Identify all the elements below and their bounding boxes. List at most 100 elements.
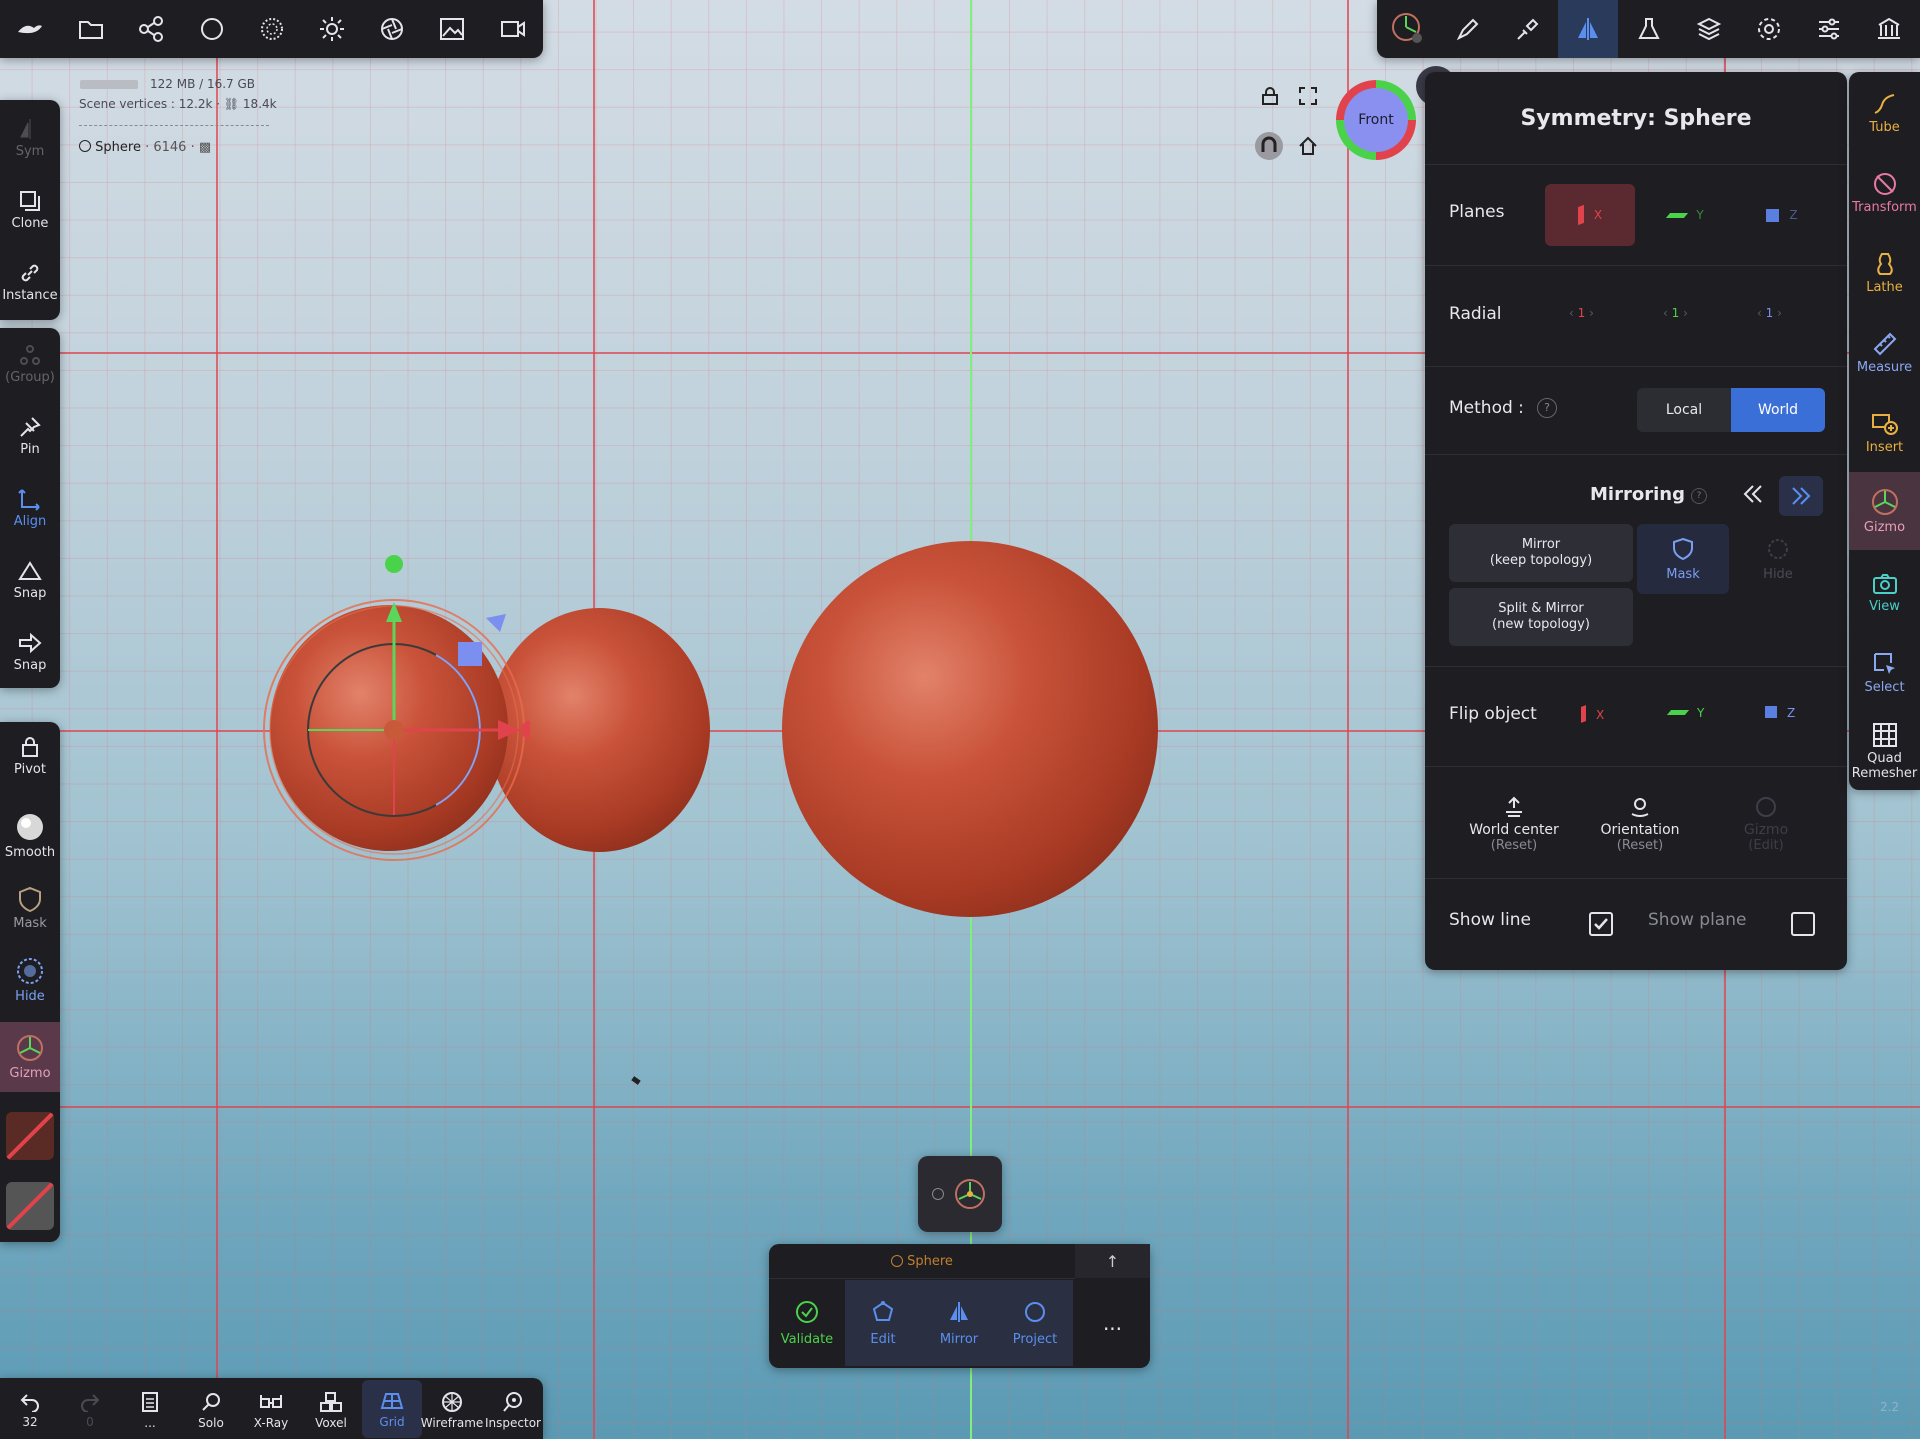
fullscreen-icon[interactable] — [1298, 86, 1318, 106]
pivot-label: Pivot — [14, 762, 46, 777]
mask-button[interactable]: Mask — [0, 878, 60, 938]
home-icon[interactable] — [1297, 135, 1319, 157]
flask-icon[interactable] — [1636, 16, 1662, 42]
help-icon[interactable]: ? — [1537, 398, 1557, 418]
logo-icon[interactable] — [16, 20, 44, 38]
museum-icon[interactable] — [1876, 16, 1902, 42]
flip-x-button[interactable]: X — [1581, 705, 1604, 723]
quad-remesher-button[interactable]: Quad Remesher — [1849, 712, 1920, 790]
object-info[interactable]: Sphere · 6146 · ▩ — [79, 140, 211, 155]
gizmo-settings-icon[interactable] — [1391, 12, 1425, 46]
material-swatch-1[interactable] — [6, 1112, 54, 1160]
pin-button[interactable]: Pin — [0, 406, 60, 466]
edit-button[interactable]: Edit — [845, 1280, 921, 1366]
method-world-option[interactable]: World — [1731, 388, 1825, 432]
instance-label: Instance — [2, 288, 58, 303]
redo-button[interactable]: 0 — [60, 1382, 120, 1438]
show-plane-checkbox[interactable] — [1791, 912, 1815, 936]
video-icon[interactable] — [500, 18, 526, 40]
radial-x-stepper[interactable]: ‹ 1 › — [1569, 306, 1594, 320]
method-segmented-control: Local World — [1637, 388, 1825, 432]
world-center-reset-button[interactable]: World center (Reset) — [1449, 796, 1579, 866]
gizmo-icon[interactable] — [952, 1176, 988, 1212]
mirror-button[interactable]: Mirror — [921, 1280, 997, 1366]
paint-icon[interactable] — [1515, 16, 1541, 42]
tube-button[interactable]: Tube — [1849, 78, 1920, 148]
insert-button[interactable]: Insert — [1849, 398, 1920, 468]
sliders-icon[interactable] — [1816, 16, 1842, 42]
gizmo-label: Gizmo — [1863, 520, 1906, 535]
hide-button[interactable]: Hide — [0, 950, 60, 1010]
gizmo-icon — [17, 1035, 43, 1061]
snap-button-2[interactable]: Snap — [0, 622, 60, 682]
view-cube[interactable]: Front — [1336, 80, 1416, 160]
brush-icon[interactable] — [1455, 16, 1481, 42]
grid-button[interactable]: Grid — [362, 1380, 422, 1438]
xray-button[interactable]: X-Ray — [241, 1382, 301, 1438]
symmetry-tab-button[interactable] — [1558, 0, 1618, 58]
more-button[interactable]: ... — [1075, 1280, 1150, 1366]
solo-button[interactable]: Solo — [181, 1382, 241, 1438]
layers-icon[interactable] — [1696, 16, 1722, 42]
plane-z-toggle[interactable]: Z — [1737, 184, 1827, 246]
sphere-icon[interactable] — [199, 16, 225, 42]
sphere-object-large[interactable] — [782, 541, 1158, 917]
radial-y-stepper[interactable]: ‹ 1 › — [1663, 306, 1688, 320]
smooth-button[interactable]: Smooth — [0, 806, 60, 866]
expand-button[interactable]: ↑ — [1075, 1244, 1150, 1278]
inspector-button[interactable]: Inspector — [483, 1382, 543, 1438]
view-button[interactable]: View — [1849, 558, 1920, 628]
lock-icon[interactable] — [1260, 86, 1280, 106]
align-button[interactable]: Align — [0, 478, 60, 538]
select-button[interactable]: Select — [1849, 638, 1920, 708]
transform-gizmo[interactable] — [250, 550, 530, 870]
plane-y-toggle[interactable]: Y — [1641, 184, 1731, 246]
transform-button[interactable]: Transform — [1849, 158, 1920, 228]
snap-button-1[interactable]: Snap — [0, 550, 60, 610]
help-icon[interactable]: ? — [1691, 488, 1707, 504]
dotted-sphere-icon[interactable] — [259, 16, 285, 42]
project-button[interactable]: Project — [997, 1280, 1073, 1366]
show-line-checkbox[interactable] — [1589, 912, 1613, 936]
lathe-button[interactable]: Lathe — [1849, 238, 1920, 308]
mirror-keep-topology-button[interactable]: Mirror (keep topology) — [1449, 524, 1633, 582]
material-swatch-2[interactable] — [6, 1182, 54, 1230]
pivot-button[interactable]: Pivot — [0, 726, 60, 786]
gizmo-edit-button[interactable]: Gizmo (Edit) — [1701, 796, 1831, 866]
split-mirror-button[interactable]: Split & Mirror (new topology) — [1449, 588, 1633, 646]
gizmo-button[interactable]: Gizmo — [0, 1022, 60, 1092]
validate-button[interactable]: Validate — [769, 1280, 845, 1366]
transform-label: Transform — [1852, 200, 1917, 215]
method-local-option[interactable]: Local — [1637, 388, 1731, 432]
group-label: (Group) — [5, 370, 55, 385]
grid-major-line — [216, 0, 218, 1439]
aperture-icon[interactable] — [379, 16, 405, 42]
measure-button[interactable]: Measure — [1849, 318, 1920, 388]
image-icon[interactable] — [439, 17, 465, 41]
grid-label: Grid — [379, 1414, 405, 1429]
undo-button[interactable]: 32 — [0, 1382, 60, 1438]
gear-icon[interactable] — [1756, 16, 1782, 42]
voxel-button[interactable]: Voxel — [301, 1382, 361, 1438]
group-button[interactable]: (Group) — [0, 334, 60, 394]
flip-y-button[interactable]: Y — [1666, 706, 1704, 720]
mirror-mask-toggle[interactable]: Mask — [1637, 524, 1729, 594]
orientation-reset-button[interactable]: Orientation (Reset) — [1575, 796, 1705, 866]
mirror-hide-toggle[interactable]: Hide — [1731, 524, 1825, 594]
flip-z-button[interactable]: Z — [1765, 706, 1795, 720]
flip-x-icon — [1581, 705, 1586, 723]
share-icon[interactable] — [138, 16, 164, 42]
chevrons-left-icon[interactable] — [1741, 482, 1765, 506]
sym-button[interactable]: Sym — [0, 108, 60, 168]
magnet-button[interactable] — [1255, 132, 1283, 160]
wireframe-button[interactable]: Wireframe — [421, 1382, 483, 1438]
plane-x-toggle[interactable]: X — [1545, 184, 1635, 246]
clone-button[interactable]: Clone — [0, 180, 60, 240]
radial-z-stepper[interactable]: ‹ 1 › — [1757, 306, 1782, 320]
instance-button[interactable]: Instance — [0, 252, 60, 312]
sun-icon[interactable] — [319, 16, 345, 42]
history-button[interactable]: ... — [120, 1382, 180, 1438]
mirror-direction-right-button[interactable] — [1779, 476, 1823, 516]
gizmo-button[interactable]: Gizmo — [1849, 472, 1920, 550]
folder-icon[interactable] — [78, 18, 104, 40]
